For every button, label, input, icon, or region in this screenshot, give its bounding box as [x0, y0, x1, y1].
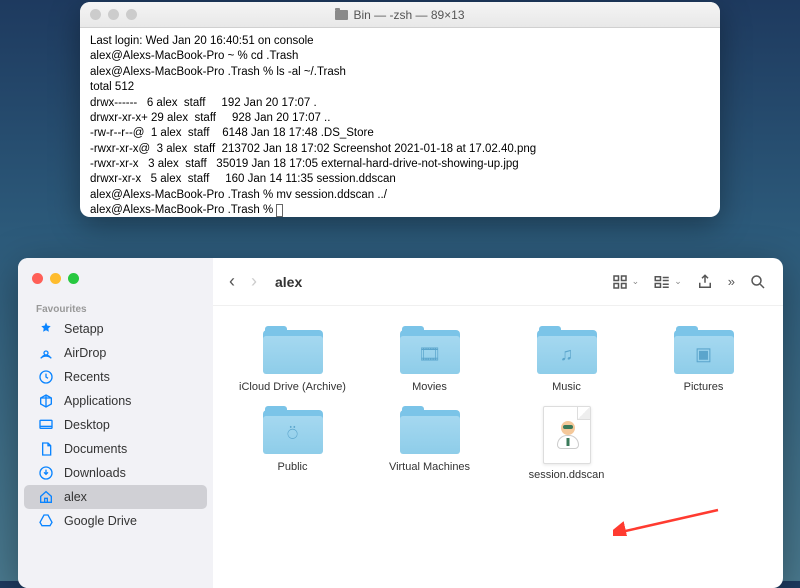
sidebar-item-label: Desktop	[64, 418, 110, 432]
item-label: Music	[552, 381, 581, 394]
group-button[interactable]: ⌄	[653, 273, 682, 291]
downloads-icon	[38, 465, 54, 481]
zoom-icon[interactable]	[68, 273, 79, 284]
sidebar-item-label: Downloads	[64, 466, 126, 480]
folder-icon	[335, 10, 348, 20]
sidebar-item-setapp[interactable]: Setapp	[24, 317, 207, 341]
terminal-line: drwxr-xr-x+ 29 alex staff 928 Jan 20 17:…	[90, 112, 330, 124]
folder-icon: 🎞	[398, 326, 462, 376]
item-label: iCloud Drive (Archive)	[239, 381, 346, 394]
terminal-line: drwx------ 6 alex staff 192 Jan 20 17:07…	[90, 97, 317, 109]
item-label: Pictures	[684, 381, 724, 394]
home-icon	[38, 489, 54, 505]
folder-item-public[interactable]: ⍥ Public	[227, 406, 358, 482]
google-drive-icon	[38, 513, 54, 529]
sidebar-item-label: Google Drive	[64, 514, 137, 528]
location-title: alex	[275, 274, 302, 290]
folder-item-pictures[interactable]: ▣ Pictures	[638, 326, 769, 394]
terminal-title-text: Bin — -zsh — 89×13	[353, 8, 464, 22]
chevrons-icon: »	[728, 274, 735, 289]
clock-icon	[38, 369, 54, 385]
chevron-down-icon: ⌄	[674, 276, 682, 287]
group-icon	[653, 273, 671, 291]
sidebar-item-documents[interactable]: Documents	[24, 437, 207, 461]
terminal-line: -rw-r--r--@ 1 alex staff 6148 Jan 18 17:…	[90, 127, 374, 139]
sidebar-item-airdrop[interactable]: AirDrop	[24, 341, 207, 365]
more-button[interactable]: »	[728, 274, 735, 289]
terminal-window: Bin — -zsh — 89×13 Last login: Wed Jan 2…	[80, 2, 720, 217]
item-label: Public	[278, 461, 308, 474]
sidebar-item-label: AirDrop	[64, 346, 106, 360]
finder-sidebar: Favourites Setapp AirDrop Recents Applic…	[18, 258, 213, 588]
sidebar-item-recents[interactable]: Recents	[24, 365, 207, 389]
folder-item-music[interactable]: ♫ Music	[501, 326, 632, 394]
airdrop-icon	[38, 345, 54, 361]
terminal-line: -rwxr-xr-x 3 alex staff 35019 Jan 18 17:…	[90, 158, 519, 170]
folder-icon	[261, 326, 325, 376]
folder-item-movies[interactable]: 🎞 Movies	[364, 326, 495, 394]
finder-traffic-lights[interactable]	[18, 268, 213, 302]
terminal-prompt: alex@Alexs-MacBook-Pro .Trash %	[90, 204, 276, 216]
finder-toolbar: ‹ › alex ⌄ ⌄ »	[213, 258, 783, 306]
desktop-icon	[38, 417, 54, 433]
applications-icon	[38, 393, 54, 409]
finder-main: ‹ › alex ⌄ ⌄ »	[213, 258, 783, 588]
terminal-titlebar[interactable]: Bin — -zsh — 89×13	[80, 2, 720, 28]
sidebar-item-label: Recents	[64, 370, 110, 384]
sidebar-item-downloads[interactable]: Downloads	[24, 461, 207, 485]
sidebar-item-desktop[interactable]: Desktop	[24, 413, 207, 437]
sidebar-item-applications[interactable]: Applications	[24, 389, 207, 413]
folder-icon: ▣	[672, 326, 736, 376]
folder-icon	[398, 406, 462, 456]
close-icon[interactable]	[32, 273, 43, 284]
view-icons-button[interactable]: ⌄	[611, 273, 640, 291]
search-button[interactable]	[749, 273, 767, 291]
folder-icon: ♫	[535, 326, 599, 376]
file-item-session[interactable]: session.ddscan	[501, 406, 632, 482]
terminal-line: alex@Alexs-MacBook-Pro .Trash % ls -al ~…	[90, 66, 346, 78]
item-label: Virtual Machines	[389, 461, 470, 474]
chevron-down-icon: ⌄	[632, 276, 640, 287]
share-button[interactable]	[696, 273, 714, 291]
grid-icon	[611, 273, 629, 291]
terminal-line: drwxr-xr-x 5 alex staff 160 Jan 14 11:35…	[90, 173, 396, 185]
file-icon	[543, 406, 591, 464]
avatar-icon	[554, 421, 582, 449]
minimize-icon[interactable]	[50, 273, 61, 284]
terminal-body[interactable]: Last login: Wed Jan 20 16:40:51 on conso…	[80, 28, 720, 217]
terminal-line: alex@Alexs-MacBook-Pro .Trash % mv sessi…	[90, 189, 387, 201]
sidebar-item-label: Setapp	[64, 322, 104, 336]
terminal-line: total 512	[90, 81, 134, 93]
terminal-line: -rwxr-xr-x@ 3 alex staff 213702 Jan 18 1…	[90, 143, 536, 155]
sidebar-item-label: Applications	[64, 394, 131, 408]
terminal-line: Last login: Wed Jan 20 16:40:51 on conso…	[90, 35, 314, 47]
sidebar-item-label: Documents	[64, 442, 127, 456]
item-label: session.ddscan	[529, 469, 605, 482]
terminal-title: Bin — -zsh — 89×13	[80, 8, 720, 22]
finder-window: Favourites Setapp AirDrop Recents Applic…	[18, 258, 783, 588]
folder-icon: ⍥	[261, 406, 325, 456]
cursor-icon	[276, 204, 283, 217]
item-label: Movies	[412, 381, 447, 394]
folder-item-virtual-machines[interactable]: Virtual Machines	[364, 406, 495, 482]
sidebar-item-label: alex	[64, 490, 87, 504]
sidebar-item-home[interactable]: alex	[24, 485, 207, 509]
setapp-icon	[38, 321, 54, 337]
sidebar-item-google-drive[interactable]: Google Drive	[24, 509, 207, 533]
finder-content[interactable]: iCloud Drive (Archive) 🎞 Movies ♫ Music …	[213, 306, 783, 588]
documents-icon	[38, 441, 54, 457]
search-icon	[749, 273, 767, 291]
forward-button[interactable]: ›	[251, 271, 257, 292]
sidebar-section-label: Favourites	[18, 302, 213, 317]
share-icon	[696, 273, 714, 291]
terminal-line: alex@Alexs-MacBook-Pro ~ % cd .Trash	[90, 50, 298, 62]
annotation-arrow	[613, 506, 723, 536]
folder-item-icloud[interactable]: iCloud Drive (Archive)	[227, 326, 358, 394]
back-button[interactable]: ‹	[229, 271, 235, 292]
